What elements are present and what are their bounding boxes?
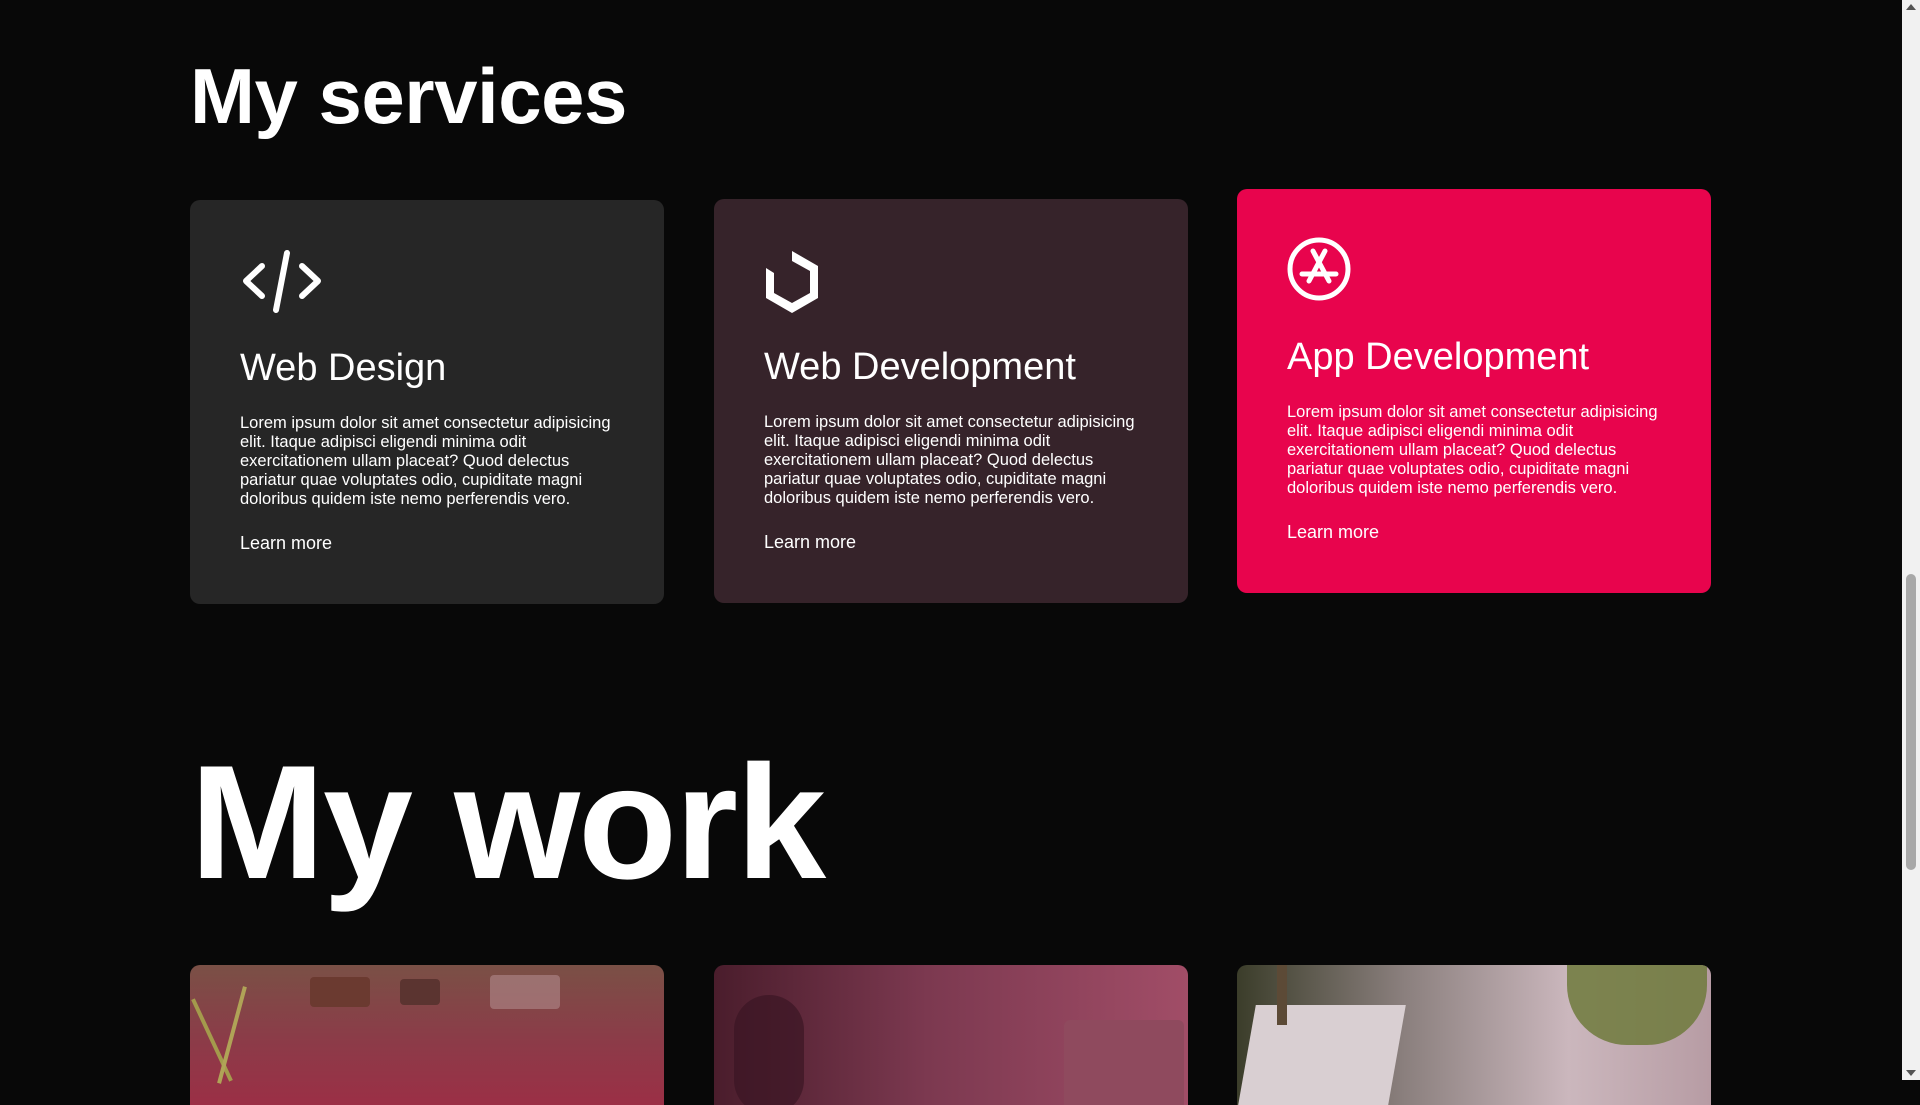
service-card-web-development: Web Development Lorem ipsum dolor sit am… — [714, 199, 1188, 603]
app-store-icon — [1287, 237, 1371, 307]
learn-more-link[interactable]: Learn more — [240, 533, 332, 554]
card-description: Lorem ipsum dolor sit amet consectetur a… — [764, 412, 1135, 507]
work-item-image[interactable] — [1237, 965, 1711, 1105]
decor-shape — [1064, 1020, 1184, 1105]
services-heading: My services — [190, 52, 627, 140]
plant-stem — [1277, 965, 1287, 1025]
card-description: Lorem ipsum dolor sit amet consectetur a… — [240, 413, 611, 508]
learn-more-link[interactable]: Learn more — [764, 532, 856, 553]
card-title: Web Development — [764, 346, 1076, 388]
page: My services Web Design Lorem ipsum dolor… — [0, 0, 1902, 1105]
work-heading: My work — [190, 732, 826, 913]
plant-pot — [1238, 1005, 1406, 1105]
plant-leaf — [1567, 965, 1707, 1045]
scrollbar-thumb[interactable] — [1906, 574, 1916, 870]
learn-more-link[interactable]: Learn more — [1287, 522, 1379, 543]
code-icon — [240, 248, 324, 318]
card-title: Web Design — [240, 347, 447, 389]
decor-shape — [400, 979, 440, 1005]
decor-shape — [310, 977, 370, 1007]
work-item-image[interactable] — [190, 965, 664, 1105]
card-title: App Development — [1287, 336, 1590, 378]
work-item-image[interactable] — [714, 965, 1188, 1105]
plant-leaf — [217, 986, 247, 1084]
scroll-down-icon[interactable] — [1906, 1070, 1916, 1076]
service-card-web-design: Web Design Lorem ipsum dolor sit amet co… — [190, 200, 664, 604]
hexagon-box-icon — [764, 247, 848, 317]
decor-shape — [490, 975, 560, 1009]
decor-shape — [734, 995, 804, 1105]
plant-leaf — [191, 998, 233, 1082]
service-card-app-development: App Development Lorem ipsum dolor sit am… — [1237, 189, 1711, 593]
scroll-up-icon[interactable] — [1906, 4, 1916, 10]
card-description: Lorem ipsum dolor sit amet consectetur a… — [1287, 402, 1658, 497]
scrollbar[interactable] — [1902, 0, 1920, 1080]
